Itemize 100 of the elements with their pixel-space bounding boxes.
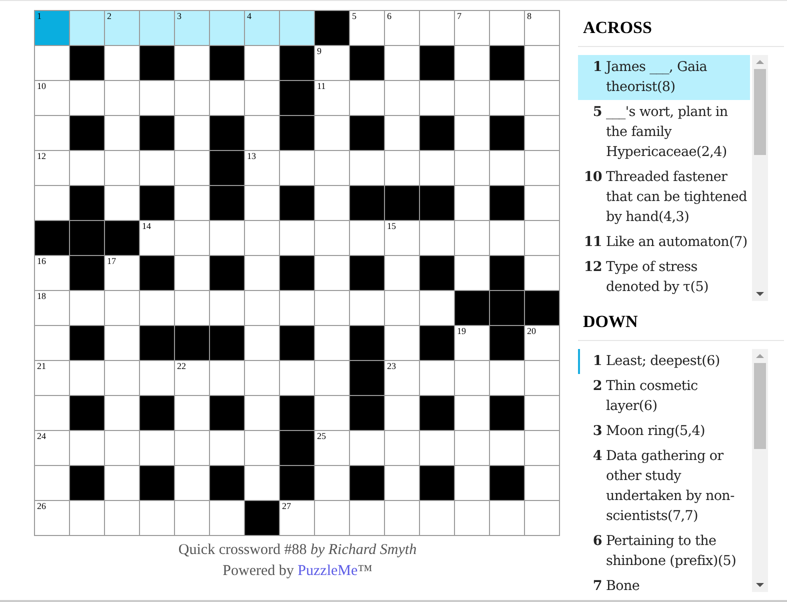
grid-cell[interactable] xyxy=(35,326,69,360)
grid-cell[interactable] xyxy=(70,501,104,535)
grid-cell[interactable] xyxy=(455,116,489,150)
grid-cell[interactable] xyxy=(315,151,349,185)
grid-cell[interactable] xyxy=(455,431,489,465)
grid-cell[interactable] xyxy=(280,361,314,395)
grid-cell[interactable] xyxy=(525,361,559,395)
grid-cell[interactable] xyxy=(105,46,139,80)
clue-item[interactable]: 11 Like an automaton(7) xyxy=(578,230,750,255)
grid-cell[interactable] xyxy=(490,11,524,45)
clue-item[interactable]: 1 James ___, Gaia theorist(8) xyxy=(578,55,750,100)
grid-cell[interactable] xyxy=(245,326,279,360)
grid-cell[interactable] xyxy=(70,151,104,185)
grid-cell[interactable] xyxy=(315,116,349,150)
grid-cell[interactable] xyxy=(175,151,209,185)
grid-cell[interactable] xyxy=(280,151,314,185)
grid-cell[interactable]: 9 xyxy=(315,46,349,80)
grid-cell[interactable] xyxy=(385,501,419,535)
grid-cell[interactable]: 18 xyxy=(35,291,69,325)
scrollbar[interactable] xyxy=(752,55,768,301)
grid-cell[interactable] xyxy=(350,431,384,465)
grid-cell[interactable] xyxy=(455,221,489,255)
clue-item[interactable]: 1 Least; deepest(6) xyxy=(578,349,750,374)
grid-cell[interactable] xyxy=(245,361,279,395)
grid-cell[interactable]: 10 xyxy=(35,81,69,115)
grid-cell[interactable] xyxy=(455,186,489,220)
grid-cell[interactable] xyxy=(245,46,279,80)
grid-cell[interactable]: 2 xyxy=(105,11,139,45)
grid-cell[interactable] xyxy=(315,501,349,535)
grid-cell[interactable] xyxy=(175,256,209,290)
grid-cell[interactable] xyxy=(525,256,559,290)
grid-cell[interactable] xyxy=(315,396,349,430)
grid-cell[interactable] xyxy=(315,466,349,500)
grid-cell[interactable]: 13 xyxy=(245,151,279,185)
grid-cell[interactable]: 6 xyxy=(385,11,419,45)
grid-cell[interactable]: 1 xyxy=(35,11,69,45)
grid-cell[interactable]: 21 xyxy=(35,361,69,395)
grid-cell[interactable] xyxy=(210,431,244,465)
grid-cell[interactable] xyxy=(245,81,279,115)
grid-cell[interactable] xyxy=(105,81,139,115)
clue-item[interactable]: 10 Threaded fastener that can be tightened by hand(4,3) xyxy=(578,165,750,230)
grid-cell[interactable] xyxy=(490,361,524,395)
grid-cell[interactable] xyxy=(245,291,279,325)
grid-cell[interactable]: 26 xyxy=(35,501,69,535)
grid-cell[interactable] xyxy=(140,291,174,325)
grid-cell[interactable] xyxy=(350,221,384,255)
grid-cell[interactable] xyxy=(140,81,174,115)
grid-cell[interactable] xyxy=(385,46,419,80)
grid-cell[interactable] xyxy=(525,186,559,220)
grid-cell[interactable] xyxy=(490,221,524,255)
grid-cell[interactable] xyxy=(175,396,209,430)
grid-cell[interactable] xyxy=(490,151,524,185)
grid-cell[interactable] xyxy=(420,151,454,185)
grid-cell[interactable] xyxy=(70,361,104,395)
grid-cell[interactable] xyxy=(35,396,69,430)
grid-cell[interactable] xyxy=(350,151,384,185)
clue-item[interactable]: 4 Data gathering or other study undertaken by non-scientists(7,7) xyxy=(578,444,750,529)
grid-cell[interactable] xyxy=(175,81,209,115)
grid-cell[interactable] xyxy=(105,151,139,185)
grid-cell[interactable] xyxy=(315,221,349,255)
grid-cell[interactable] xyxy=(525,466,559,500)
grid-cell[interactable] xyxy=(105,361,139,395)
grid-cell[interactable] xyxy=(385,81,419,115)
grid-cell[interactable] xyxy=(35,466,69,500)
grid-cell[interactable]: 14 xyxy=(140,221,174,255)
grid-cell[interactable] xyxy=(245,431,279,465)
grid-cell[interactable] xyxy=(420,291,454,325)
grid-cell[interactable] xyxy=(525,221,559,255)
clue-item[interactable]: 3 Moon ring(5,4) xyxy=(578,419,750,444)
grid-cell[interactable] xyxy=(420,431,454,465)
grid-cell[interactable] xyxy=(105,396,139,430)
grid-cell[interactable] xyxy=(210,361,244,395)
grid-cell[interactable] xyxy=(105,186,139,220)
grid-cell[interactable] xyxy=(385,151,419,185)
grid-cell[interactable] xyxy=(210,501,244,535)
grid-cell[interactable] xyxy=(175,46,209,80)
grid-cell[interactable] xyxy=(420,81,454,115)
grid-cell[interactable] xyxy=(175,291,209,325)
grid-cell[interactable]: 25 xyxy=(315,431,349,465)
grid-cell[interactable] xyxy=(210,291,244,325)
clue-item[interactable]: 7 Bone xyxy=(578,574,750,592)
grid-cell[interactable] xyxy=(385,291,419,325)
grid-cell[interactable] xyxy=(455,151,489,185)
grid-cell[interactable] xyxy=(70,431,104,465)
grid-cell[interactable] xyxy=(280,291,314,325)
grid-cell[interactable] xyxy=(70,81,104,115)
grid-cell[interactable] xyxy=(175,221,209,255)
grid-cell[interactable] xyxy=(385,116,419,150)
grid-cell[interactable] xyxy=(455,256,489,290)
grid-cell[interactable]: 24 xyxy=(35,431,69,465)
clue-item[interactable]: 2 Thin cosmetic layer(6) xyxy=(578,374,750,419)
grid-cell[interactable] xyxy=(525,396,559,430)
grid-cell[interactable] xyxy=(105,291,139,325)
clue-item[interactable]: 6 Pertaining to the shinbone (prefix)(5) xyxy=(578,529,750,574)
grid-cell[interactable] xyxy=(525,151,559,185)
clue-item[interactable]: 12 Type of stress denoted by τ(5) xyxy=(578,255,750,300)
grid-cell[interactable] xyxy=(420,361,454,395)
grid-cell[interactable] xyxy=(245,466,279,500)
grid-cell[interactable] xyxy=(385,431,419,465)
grid-cell[interactable] xyxy=(175,116,209,150)
